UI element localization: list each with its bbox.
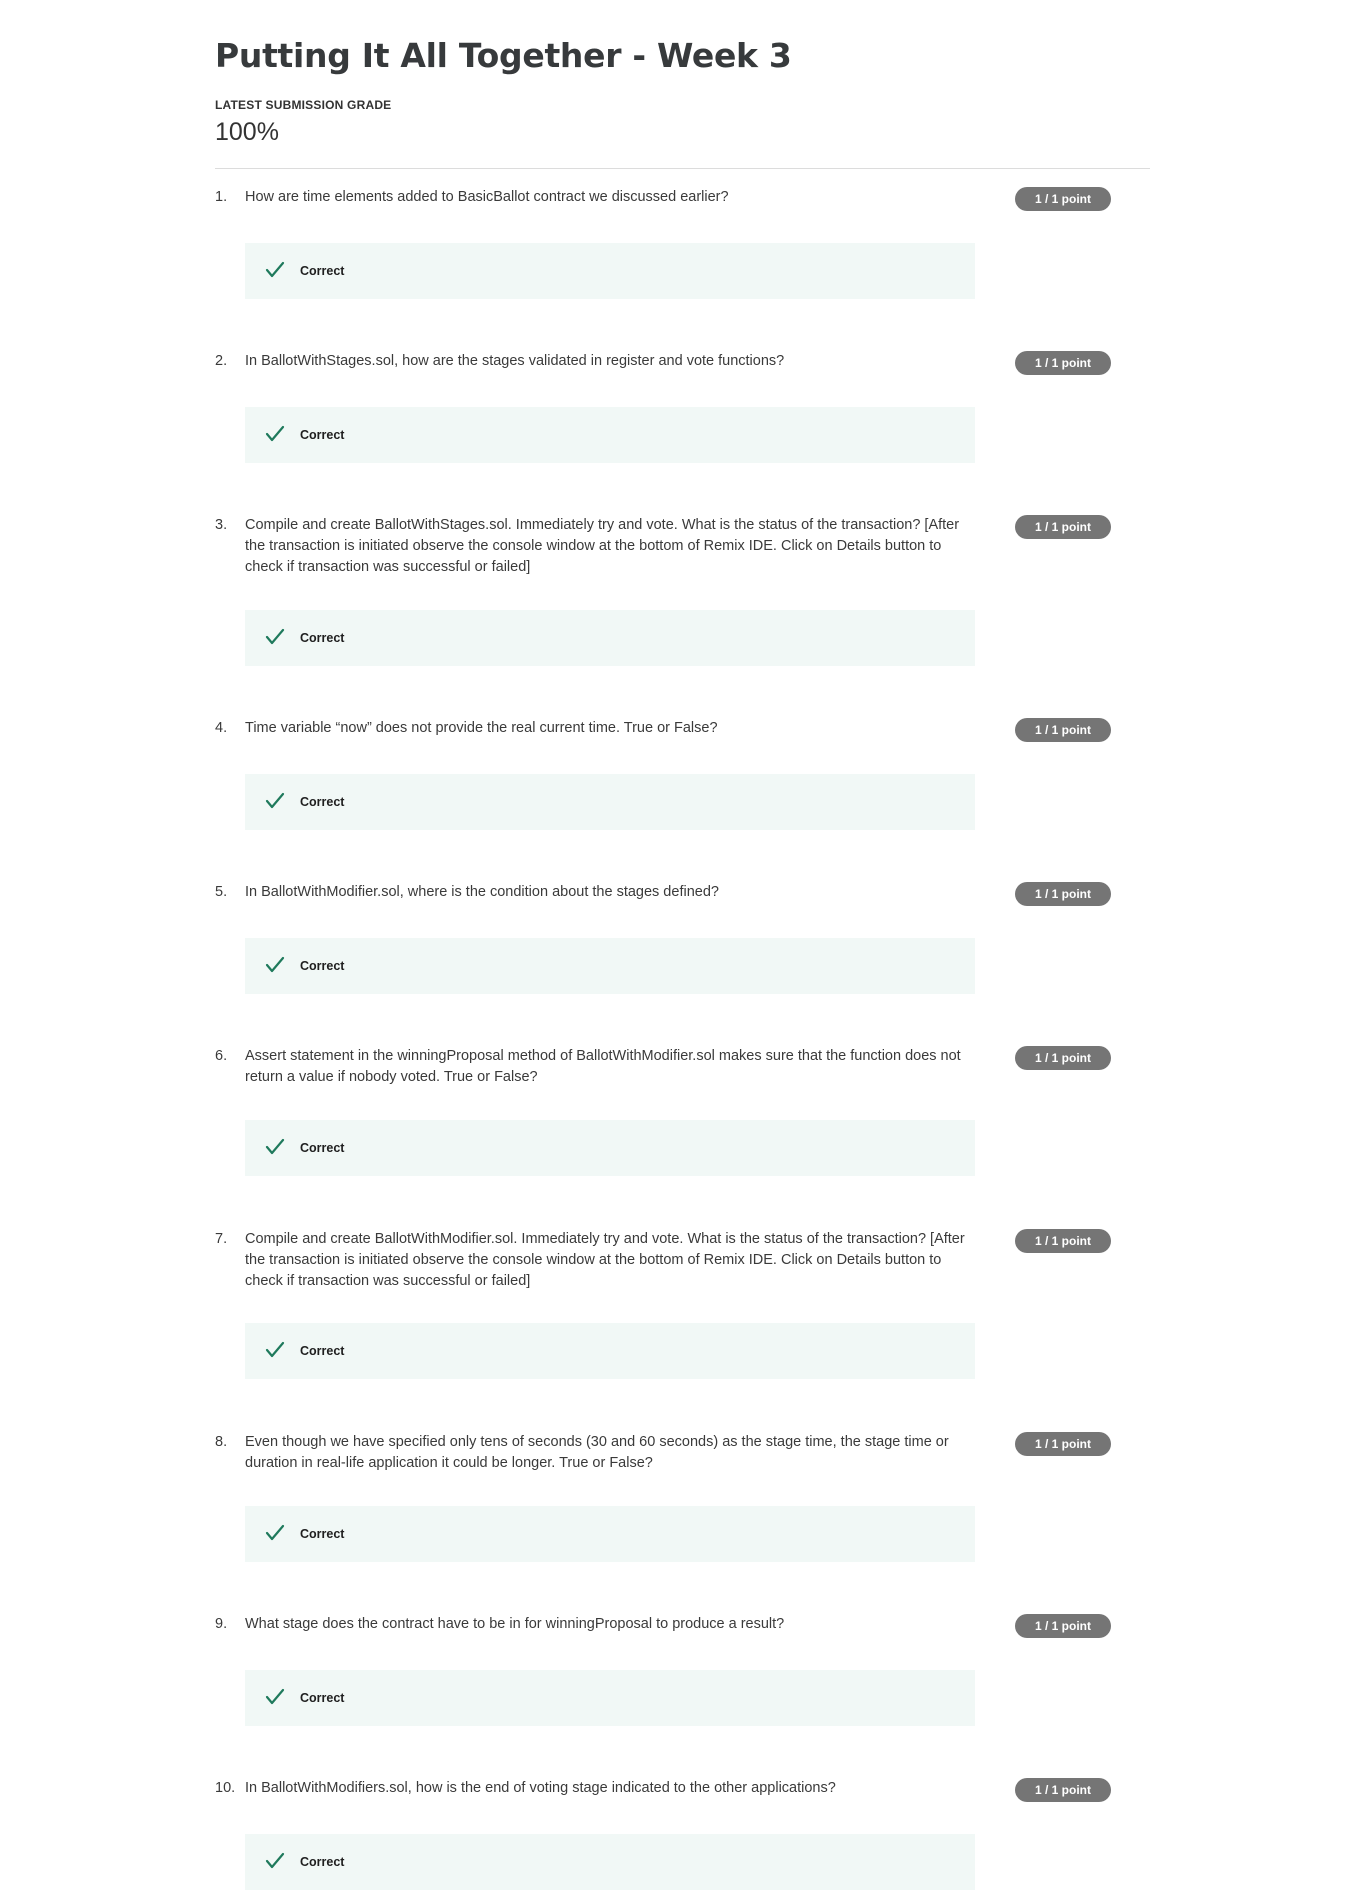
question-text: How are time elements added to BasicBall… [245,189,729,205]
feedback-box: Correct [245,1120,975,1176]
question-text: Compile and create BallotWithStages.sol.… [245,517,960,575]
points-badge: 1 / 1 point [1015,187,1111,211]
page-title: Putting It All Together - Week 3 [215,36,792,75]
check-icon [265,1852,285,1869]
feedback-box: Correct [245,1834,975,1890]
points-badge: 1 / 1 point [1015,351,1111,375]
question-number: 7. [215,1231,228,1247]
feedback-label: Correct [300,795,345,809]
check-icon [265,956,285,973]
question-number: 9. [215,1616,228,1632]
grade-label: LATEST SUBMISSION GRADE [215,98,392,112]
check-icon [265,1341,285,1358]
question-number: 5. [215,884,228,900]
points-badge: 1 / 1 point [1015,882,1111,906]
feedback-box: Correct [245,243,975,299]
feedback-label: Correct [300,959,345,973]
feedback-label: Correct [300,1141,345,1155]
question-number: 1. [215,189,228,205]
feedback-label: Correct [300,1344,345,1358]
points-badge: 1 / 1 point [1015,1778,1111,1802]
feedback-label: Correct [300,1855,345,1869]
question-text: Assert statement in the winningProposal … [245,1048,961,1085]
feedback-label: Correct [300,1527,345,1541]
points-badge: 1 / 1 point [1015,1432,1111,1456]
feedback-box: Correct [245,1670,975,1726]
question-number: 3. [215,517,228,533]
question-number: 10. [215,1780,236,1796]
check-icon [265,792,285,809]
check-icon [265,425,285,442]
question-number: 4. [215,720,228,736]
feedback-box: Correct [245,1323,975,1379]
feedback-box: Correct [245,610,975,666]
feedback-box: Correct [245,938,975,994]
feedback-box: Correct [245,1506,975,1562]
question-number: 6. [215,1048,228,1064]
check-icon [265,1688,285,1705]
question-text: In BallotWithStages.sol, how are the sta… [245,353,785,369]
points-badge: 1 / 1 point [1015,1229,1111,1253]
feedback-label: Correct [300,264,345,278]
question-number: 2. [215,353,228,369]
question-text: In BallotWithModifier.sol, where is the … [245,884,719,900]
points-badge: 1 / 1 point [1015,718,1111,742]
feedback-label: Correct [300,428,345,442]
feedback-label: Correct [300,631,345,645]
grade-value: 100% [215,118,279,146]
question-text: Time variable “now” does not provide the… [245,720,718,736]
feedback-box: Correct [245,407,975,463]
feedback-box: Correct [245,774,975,830]
check-icon [265,261,285,278]
check-icon [265,1524,285,1541]
points-badge: 1 / 1 point [1015,515,1111,539]
question-text: What stage does the contract have to be … [245,1616,785,1632]
check-icon [265,628,285,645]
question-text: Compile and create BallotWithModifier.so… [245,1231,965,1289]
feedback-label: Correct [300,1691,345,1705]
question-text: In BallotWithModifiers.sol, how is the e… [245,1780,836,1796]
points-badge: 1 / 1 point [1015,1614,1111,1638]
check-icon [265,1138,285,1155]
question-number: 8. [215,1434,228,1450]
points-badge: 1 / 1 point [1015,1046,1111,1070]
divider [215,168,1150,169]
question-text: Even though we have specified only tens … [245,1434,949,1471]
